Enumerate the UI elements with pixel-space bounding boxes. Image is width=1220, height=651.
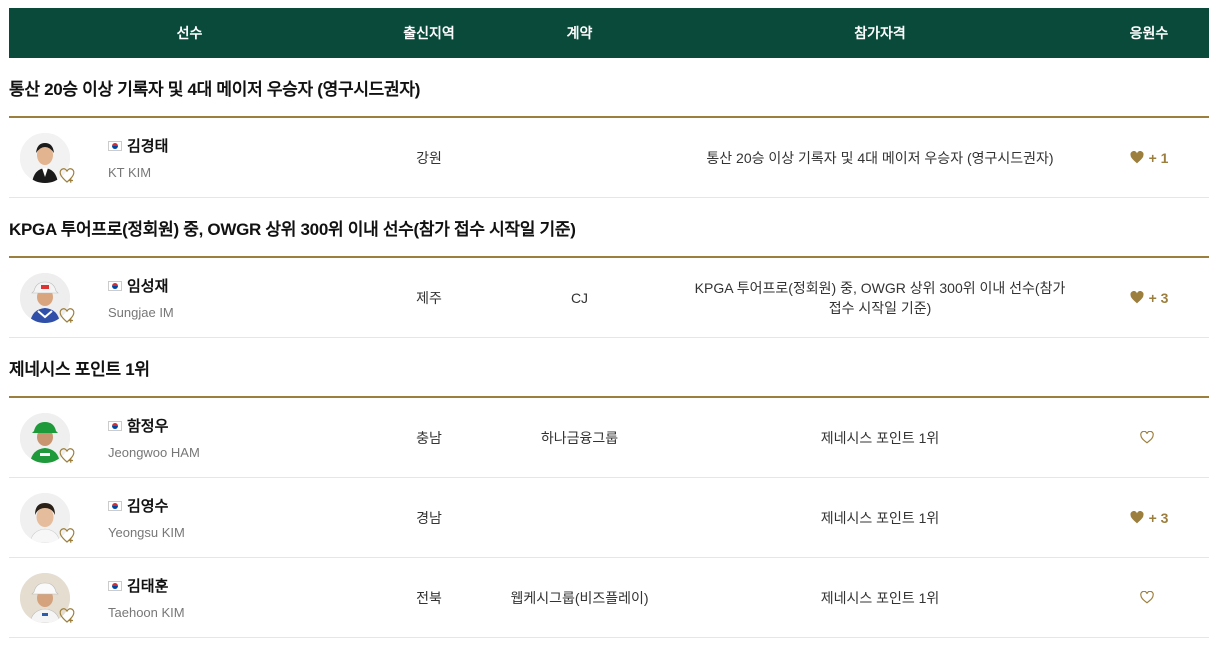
cheer-count: + 3 [1148,509,1169,526]
avatar[interactable] [20,132,75,183]
cheer-count: + 1 [1148,149,1169,166]
region-cell: 강원 [416,149,442,166]
header-region: 출신지역 [403,25,455,41]
heart-outline-icon [1139,431,1154,444]
heart-outline-icon [1139,591,1154,604]
qualification-cell: 통산 20승 이상 기록자 및 4대 메이저 우승자 (영구시드권자) [706,149,1054,166]
avatar[interactable] [20,572,75,623]
table-row[interactable]: 함정우 Jeongwoo HAM 충남 하나금융그룹 제네시스 포인트 1위 [9,398,1209,478]
player-name-en: Taehoon KIM [108,605,185,620]
qualification-cell: 제네시스 포인트 1위 [820,429,940,446]
favorite-add-icon[interactable] [58,527,76,545]
header-fans: 응원수 [1129,25,1169,41]
contract-cell: 웹케시그룹(비즈플레이) [510,589,649,606]
header-qualification: 참가자격 [854,25,906,41]
heart-filled-icon [1130,511,1144,524]
favorite-add-icon[interactable] [58,307,76,325]
player-name-ko[interactable]: 김영수 [127,495,168,516]
heart-filled-icon [1130,291,1144,304]
avatar[interactable] [20,412,75,463]
table-header: 선수 출신지역 계약 참가자격 응원수 [9,8,1209,58]
cheer-button[interactable]: + 1 [1089,150,1209,166]
favorite-add-icon[interactable] [58,167,76,185]
player-name-en: Jeongwoo HAM [108,445,200,460]
table-row[interactable]: 김태훈 Taehoon KIM 전북 웹케시그룹(비즈플레이) 제네시스 포인트… [9,558,1209,638]
section-title: 제네시스 포인트 1위 [9,338,1209,398]
table-row[interactable]: 임성재 Sungjae IM 제주 CJ KPGA 투어프로(정회원) 중, O… [9,258,1209,338]
table-row[interactable]: 김영수 Yeongsu KIM 경남 제네시스 포인트 1위 + 3 [9,478,1209,558]
contract-cell: CJ [570,289,589,306]
qualification-cell: KPGA 투어프로(정회원) 중, OWGR 상위 300위 이내 선수(참가 … [694,279,1066,316]
region-cell: 경남 [416,509,442,526]
heart-filled-icon [1130,151,1144,164]
favorite-add-icon[interactable] [58,607,76,625]
qualification-cell: 제네시스 포인트 1위 [820,509,940,526]
player-name-ko[interactable]: 김경태 [127,135,168,156]
player-name-en: Sungjae IM [108,305,174,320]
header-player: 선수 [176,25,203,41]
korea-flag-icon [108,420,122,431]
player-name-ko[interactable]: 임성재 [127,275,168,296]
player-name-en: KT KIM [108,165,152,180]
korea-flag-icon [108,140,122,151]
player-name-ko[interactable]: 김태훈 [127,575,168,596]
region-cell: 충남 [416,429,442,446]
section-title: KPGA 투어프로(정회원) 중, OWGR 상위 300위 이내 선수(참가 … [9,198,1209,258]
korea-flag-icon [108,280,122,291]
cheer-count: + 3 [1148,289,1169,306]
player-name-ko[interactable]: 함정우 [127,415,168,436]
cheer-button[interactable] [1089,431,1209,444]
qualification-cell: 제네시스 포인트 1위 [820,589,940,606]
contract-cell: 하나금융그룹 [540,429,619,446]
player-name-en: Yeongsu KIM [108,525,185,540]
korea-flag-icon [108,500,122,511]
region-cell: 전북 [416,589,442,606]
avatar[interactable] [20,492,75,543]
table-row[interactable]: 김경태 KT KIM 강원 통산 20승 이상 기록자 및 4대 메이저 우승자… [9,118,1209,198]
korea-flag-icon [108,580,122,591]
cheer-button[interactable]: + 3 [1089,510,1209,526]
region-cell: 제주 [416,289,442,306]
avatar[interactable] [20,272,75,323]
cheer-button[interactable] [1089,591,1209,604]
favorite-add-icon[interactable] [58,447,76,465]
player-table: 선수 출신지역 계약 참가자격 응원수 통산 20승 이상 기록자 및 4대 메… [9,8,1209,638]
section-title: 통산 20승 이상 기록자 및 4대 메이저 우승자 (영구시드권자) [9,58,1209,118]
cheer-button[interactable]: + 3 [1089,290,1209,306]
header-contract: 계약 [566,25,593,41]
